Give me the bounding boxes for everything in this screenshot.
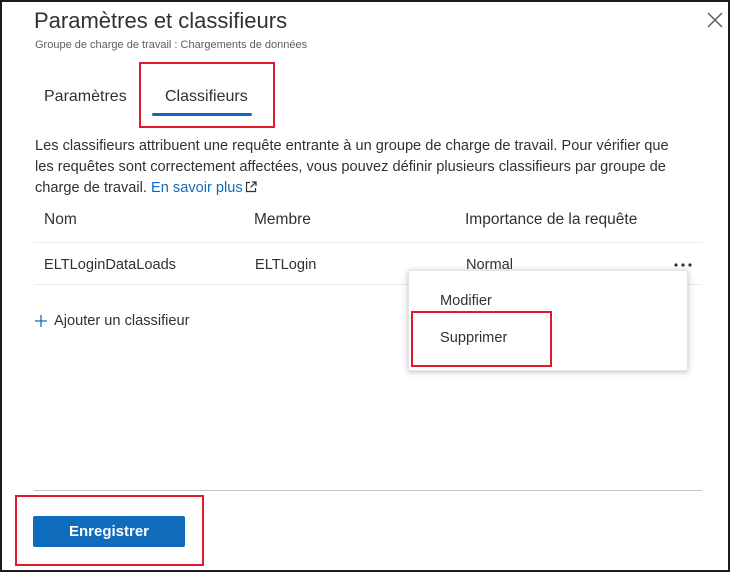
learn-more-link[interactable]: En savoir plus: [151, 180, 257, 196]
external-link-icon[interactable]: [245, 181, 257, 193]
column-header-name: Nom: [44, 211, 77, 228]
close-icon[interactable]: [705, 10, 725, 30]
column-header-importance: Importance de la requête: [465, 211, 638, 228]
row-member-cell: ELTLogin: [255, 257, 317, 273]
add-classifier-label: Ajouter un classifieur: [54, 313, 190, 329]
learn-more-label[interactable]: En savoir plus: [151, 180, 243, 196]
classifier-description: Les classifieurs attribuent une requête …: [35, 136, 675, 199]
menu-item-modifier[interactable]: Modifier: [440, 293, 492, 309]
column-header-member: Membre: [254, 211, 311, 228]
page-title: Paramètres et classifieurs: [34, 8, 288, 33]
add-classifier-button[interactable]: Ajouter un classifieur: [34, 313, 189, 329]
settings-panel: Paramètres et classifieurs Groupe de cha…: [0, 0, 730, 572]
page-subtitle: Groupe de charge de travail : Chargement…: [35, 39, 308, 51]
tab-highlight-box: [139, 62, 275, 128]
save-highlight-box: [15, 495, 204, 566]
delete-highlight-box: [411, 311, 552, 367]
description-text: Les classifieurs attribuent une requête …: [35, 138, 669, 196]
row-name-cell: ELTLoginDataLoads: [44, 257, 176, 273]
header-divider: [34, 242, 702, 243]
footer-divider: [34, 490, 702, 491]
tab-parametres[interactable]: Paramètres: [44, 88, 127, 106]
plus-icon: [35, 315, 47, 327]
